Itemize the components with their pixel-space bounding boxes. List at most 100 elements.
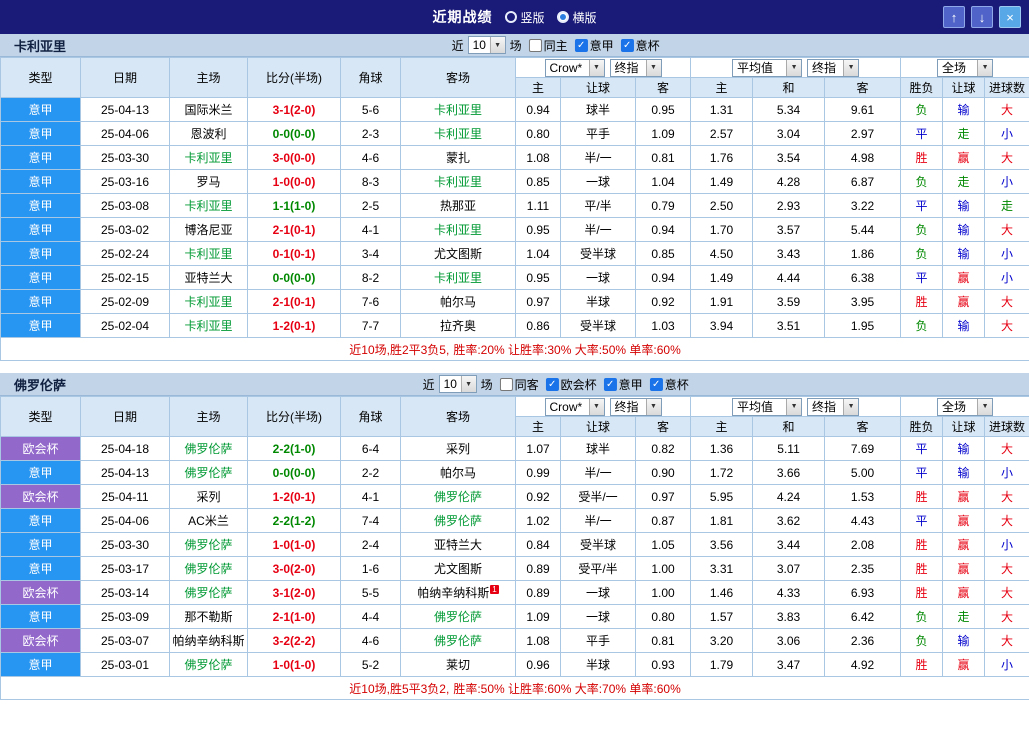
checkbox-checked-icon[interactable]: ✓ xyxy=(649,377,663,391)
checkbox-unchecked-icon[interactable] xyxy=(499,377,513,391)
result-handicap: 赢 xyxy=(942,484,986,509)
corner-count: 2-2 xyxy=(340,460,401,485)
layout-radio-horizontal[interactable]: 横版 xyxy=(556,9,597,26)
league-type-badge: 意甲 xyxy=(0,97,81,122)
asian-home-odds: 0.96 xyxy=(515,652,561,677)
filter-checkbox[interactable]: 同客 xyxy=(499,376,539,393)
europe-average-select[interactable]: 平均值 ▼ xyxy=(732,58,803,77)
result-outcome: 平 xyxy=(900,508,944,533)
result-outcome: 负 xyxy=(900,628,944,653)
europe-home-odds: 1.70 xyxy=(690,217,754,242)
team-section: 佛罗伦萨近 10 ▼ 场同客 ✓ 欧会杯 ✓ 意甲 ✓ 意杯 类型 日期 主场 比分(半场) 角球 客场 Cro… xyxy=(0,373,1029,700)
recent-count-select[interactable]: 10 ▼ xyxy=(467,36,506,54)
home-team: 那不勒斯 xyxy=(169,604,248,629)
home-team: 佛罗伦萨 xyxy=(169,652,248,677)
column-header: 和 xyxy=(752,416,826,437)
result-goals: 大 xyxy=(984,508,1029,533)
filter-checkbox[interactable]: ✓ 意甲 xyxy=(603,376,643,393)
league-type-badge: 意甲 xyxy=(0,313,81,338)
match-row: 意甲 25-03-30 卡利亚里 3-0(0-0) 4-6 蒙扎 1.08 半/一 0.81 1.… xyxy=(0,145,1029,170)
window-title: 近期战绩 xyxy=(432,9,493,25)
bookmaker-select[interactable]: Crow* ▼ xyxy=(544,397,605,416)
asian-away-odds: 0.80 xyxy=(634,604,692,629)
match-score: 0-0(0-0) xyxy=(247,460,341,485)
chevron-down-icon: ▼ xyxy=(645,398,661,415)
match-row: 意甲 25-03-09 那不勒斯 2-1(1-0) 4-4 佛罗伦萨 1.09 一球 0.80 1… xyxy=(0,604,1029,629)
result-goals: 大 xyxy=(984,484,1029,509)
europe-final-select[interactable]: 终指 ▼ xyxy=(807,397,860,416)
checkbox-checked-icon[interactable]: ✓ xyxy=(620,38,634,52)
europe-away-odds: 3.95 xyxy=(824,289,902,314)
europe-away-odds: 5.00 xyxy=(824,460,902,485)
match-row: 意甲 25-02-04 卡利亚里 1-2(0-1) 7-7 拉齐奥 0.86 受半球 1.03 3… xyxy=(0,313,1029,338)
asian-home-odds: 1.04 xyxy=(515,241,561,266)
layout-radio-vertical[interactable]: 竖版 xyxy=(504,9,545,26)
home-team: 国际米兰 xyxy=(169,97,248,122)
result-handicap: 输 xyxy=(942,436,986,461)
result-handicap: 赢 xyxy=(942,289,986,314)
asian-final-select[interactable]: 终指 ▼ xyxy=(609,397,662,416)
match-row: 意甲 25-03-17 佛罗伦萨 3-0(2-0) 1-6 尤文图斯 0.89 受平/半 1.0… xyxy=(0,556,1029,581)
asian-away-odds: 0.93 xyxy=(634,652,692,677)
radio-selected-icon[interactable] xyxy=(556,11,569,23)
asian-home-odds: 0.89 xyxy=(515,580,561,605)
match-row: 欧会杯 25-04-11 采列 1-2(0-1) 4-1 佛罗伦萨 0.92 受半/一 0.97… xyxy=(0,484,1029,509)
filter-checkbox[interactable]: ✓ 意杯 xyxy=(620,37,660,54)
match-date: 25-03-30 xyxy=(80,532,170,557)
europe-home-odds: 4.50 xyxy=(690,241,754,266)
column-header: 主 xyxy=(515,416,561,437)
section-gap xyxy=(0,361,1029,373)
move-up-button[interactable]: ↑ xyxy=(943,6,965,28)
close-button[interactable]: × xyxy=(999,6,1021,28)
radio-vertical-label: 竖版 xyxy=(520,10,545,25)
home-team: 帕纳辛纳科斯 xyxy=(169,628,248,653)
europe-home-odds: 1.49 xyxy=(690,265,754,290)
europe-away-odds: 3.22 xyxy=(824,193,902,218)
asian-home-odds: 1.09 xyxy=(515,604,561,629)
asian-home-odds: 1.07 xyxy=(515,436,561,461)
checkbox-checked-icon[interactable]: ✓ xyxy=(545,377,559,391)
asian-final-select[interactable]: 终指 ▼ xyxy=(609,58,662,77)
europe-away-odds: 4.92 xyxy=(824,652,902,677)
corner-count: 4-1 xyxy=(340,217,401,242)
filter-checkbox[interactable]: ✓ 意杯 xyxy=(649,376,689,393)
checkbox-checked-icon[interactable]: ✓ xyxy=(574,38,588,52)
home-team: 卡利亚里 xyxy=(169,313,248,338)
europe-average-select[interactable]: 平均值 ▼ xyxy=(732,397,803,416)
match-row: 意甲 25-04-06 恩波利 0-0(0-0) 2-3 卡利亚里 0.80 平手 1.09 2.… xyxy=(0,121,1029,146)
fulltime-scope-select[interactable]: 全场 ▼ xyxy=(937,397,994,416)
league-type-badge: 欧会杯 xyxy=(0,628,81,653)
column-header: 客 xyxy=(634,77,692,98)
move-down-button[interactable]: ↓ xyxy=(971,6,993,28)
result-outcome: 负 xyxy=(900,313,944,338)
checkbox-label: 意杯 xyxy=(635,38,660,53)
section-header: 卡利亚里近 10 ▼ 场同主 ✓ 意甲 ✓ 意杯 xyxy=(0,34,1029,57)
home-team: 卡利亚里 xyxy=(169,241,248,266)
match-date: 25-03-08 xyxy=(80,193,170,218)
bookmaker-select[interactable]: Crow* ▼ xyxy=(544,58,605,77)
checkbox-label: 意甲 xyxy=(618,377,643,392)
column-header: 日期 xyxy=(80,57,170,98)
europe-home-odds: 1.72 xyxy=(690,460,754,485)
league-type-badge: 意甲 xyxy=(0,652,81,677)
home-team: 卡利亚里 xyxy=(169,193,248,218)
checkbox-unchecked-icon[interactable] xyxy=(528,38,542,52)
filter-checkbox[interactable]: 同主 xyxy=(528,37,568,54)
europe-draw-odds: 3.04 xyxy=(752,121,826,146)
away-team: 卡利亚里 xyxy=(400,217,516,242)
asian-handicap-line: 球半 xyxy=(560,436,636,461)
titlebar-buttons: ↑ ↓ × xyxy=(943,6,1021,28)
europe-draw-odds: 2.93 xyxy=(752,193,826,218)
filter-checkbox[interactable]: ✓ 意甲 xyxy=(574,37,614,54)
radio-unselected-icon[interactable] xyxy=(504,11,517,23)
europe-away-odds: 2.35 xyxy=(824,556,902,581)
europe-away-odds: 4.43 xyxy=(824,508,902,533)
filter-checkbox[interactable]: ✓ 欧会杯 xyxy=(545,376,597,393)
europe-final-select[interactable]: 终指 ▼ xyxy=(807,58,860,77)
fulltime-scope-select[interactable]: 全场 ▼ xyxy=(937,58,994,77)
checkbox-checked-icon[interactable]: ✓ xyxy=(603,377,617,391)
recent-count-select[interactable]: 10 ▼ xyxy=(438,375,477,393)
asian-handicap-line: 半/一 xyxy=(560,508,636,533)
asian-handicap-line: 受半/一 xyxy=(560,484,636,509)
europe-home-odds: 5.95 xyxy=(690,484,754,509)
